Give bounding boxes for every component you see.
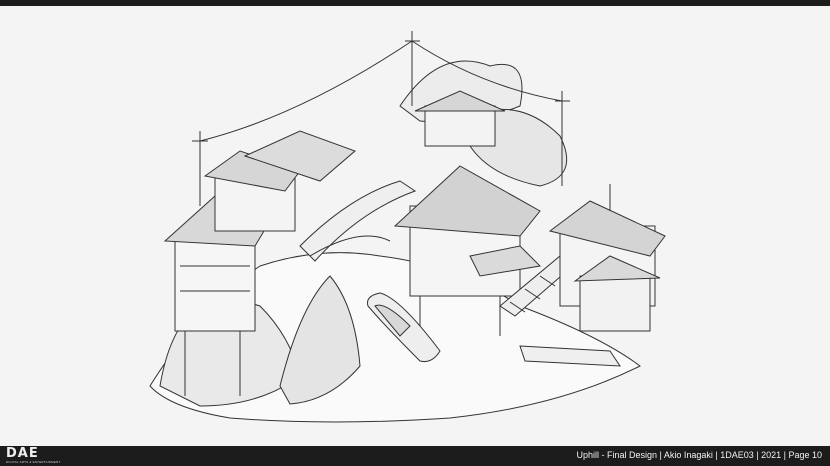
page-caption: Uphill - Final Design | Akio Inagaki | 1… — [576, 450, 823, 460]
presentation-slide: DAE DIGITAL ARTS & ENTERTAINMENT Uphill … — [0, 0, 830, 466]
logo-subtitle: DIGITAL ARTS & ENTERTAINMENT — [6, 460, 61, 464]
village-sketch-illustration — [149, 31, 666, 423]
footer-bar: DAE DIGITAL ARTS & ENTERTAINMENT Uphill … — [0, 446, 830, 466]
concept-sketch — [0, 6, 830, 446]
dae-logo: DAE DIGITAL ARTS & ENTERTAINMENT — [6, 446, 66, 464]
logo-mark: DAE — [6, 446, 39, 461]
